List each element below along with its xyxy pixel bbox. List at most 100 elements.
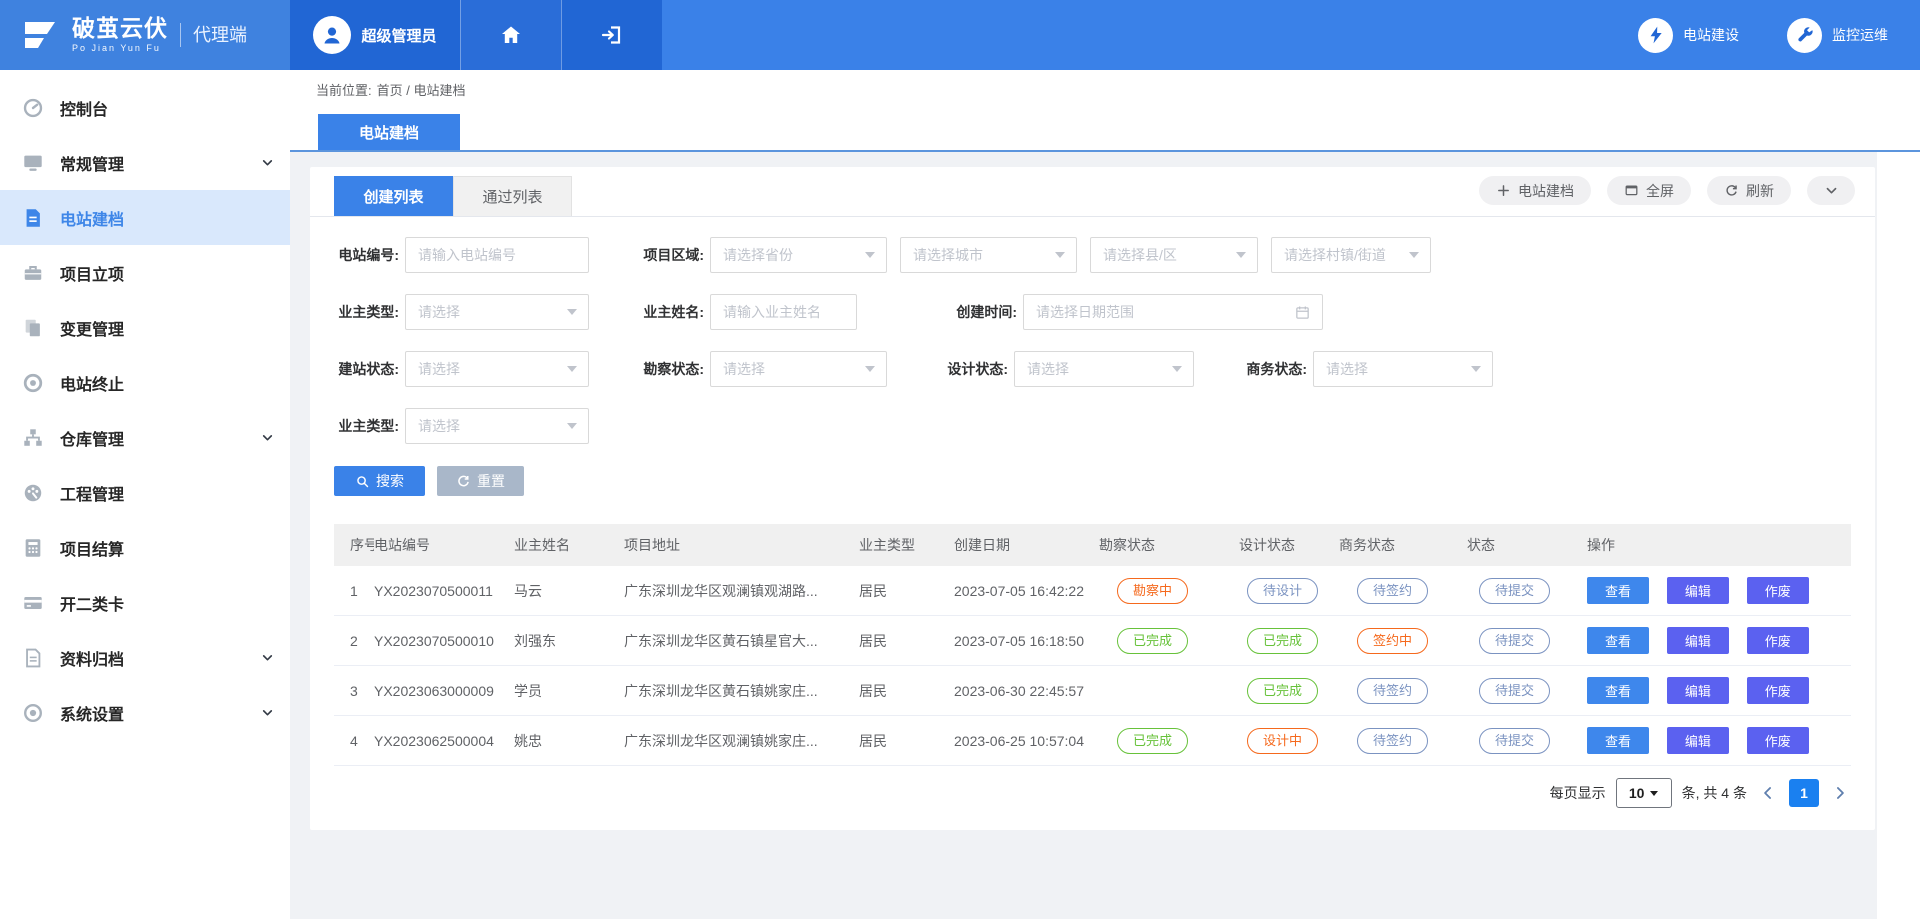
field-label: 创建时间:	[952, 302, 1017, 322]
fullscreen-button[interactable]: 全屏	[1607, 176, 1691, 205]
col-header-sn: 序号	[334, 535, 374, 555]
chevron-down-icon	[261, 431, 274, 444]
logout-button[interactable]	[561, 0, 662, 70]
panel-tab-bar: 创建列表 通过列表 电站建档 全屏 刷新	[310, 167, 1875, 217]
edit-button[interactable]: 编辑	[1667, 627, 1729, 654]
created-date-range-picker[interactable]: 请选择日期范围	[1023, 294, 1323, 330]
caret-down-icon	[1236, 252, 1246, 258]
sidebar-item-label: 常规管理	[60, 151, 124, 175]
sidebar-item-plant-termination[interactable]: 电站终止	[0, 355, 290, 410]
add-plant-filing-button[interactable]: 电站建档	[1479, 176, 1591, 205]
col-header-address: 项目地址	[624, 535, 859, 555]
fullscreen-icon	[1624, 183, 1639, 198]
edit-button[interactable]: 编辑	[1667, 727, 1729, 754]
sidebar-item-warehouse-mgmt[interactable]: 仓库管理	[0, 410, 290, 465]
survey-status-badge: 已完成	[1117, 728, 1188, 754]
cell-address: 广东深圳龙华区观澜镇姚家庄...	[624, 731, 859, 751]
wrench-icon	[1787, 18, 1822, 53]
view-button[interactable]: 查看	[1587, 677, 1649, 704]
view-button[interactable]: 查看	[1587, 577, 1649, 604]
breadcrumb-path[interactable]: 首页 / 电站建档	[377, 80, 466, 99]
tab-create-list[interactable]: 创建列表	[334, 176, 453, 216]
edit-button[interactable]: 编辑	[1667, 677, 1729, 704]
business-status-badge: 待签约	[1357, 728, 1428, 754]
search-button-label: 搜索	[376, 471, 404, 491]
filter-row-4: 业主类型: 请选择	[334, 408, 1875, 444]
sidebar-item-system-settings[interactable]: 系统设置	[0, 685, 290, 740]
content-area: 创建列表 通过列表 电站建档 全屏 刷新	[290, 152, 1920, 919]
city-select[interactable]: 请选择城市	[900, 237, 1077, 273]
view-button[interactable]: 查看	[1587, 727, 1649, 754]
filter-row-2: 业主类型: 请选择 业主姓名: 创建时间: 请选择日期范围	[334, 294, 1875, 330]
col-header-survey: 勘察状态	[1099, 535, 1239, 555]
home-button[interactable]	[460, 0, 561, 70]
per-page-select[interactable]: 10	[1616, 778, 1672, 808]
chevron-down-icon	[261, 706, 274, 719]
pagination: 每页显示 10 条, 共 4 条 1	[334, 778, 1851, 808]
sidebar-item-project-settlement[interactable]: 项目结算	[0, 520, 290, 575]
next-page-button[interactable]	[1829, 782, 1851, 804]
logo-subtitle: Po Jian Yun Fu	[72, 44, 168, 54]
home-icon	[499, 23, 523, 47]
owner-name-input[interactable]	[710, 294, 857, 330]
field-label: 项目区域:	[639, 245, 704, 265]
sidebar-item-engineering-mgmt[interactable]: 工程管理	[0, 465, 290, 520]
breadcrumb: 当前位置: 首页 / 电站建档	[290, 70, 1920, 108]
caret-down-icon	[567, 309, 577, 315]
date-placeholder: 请选择日期范围	[1036, 302, 1134, 322]
prev-page-button[interactable]	[1757, 782, 1779, 804]
build-status-select[interactable]: 请选择	[405, 351, 589, 387]
town-select[interactable]: 请选择村镇/街道	[1271, 237, 1431, 273]
void-button[interactable]: 作废	[1747, 727, 1809, 754]
sidebar-item-project-initiation[interactable]: 项目立项	[0, 245, 290, 300]
sidebar-item-type2-card[interactable]: 开二类卡	[0, 575, 290, 630]
reset-button[interactable]: 重置	[437, 466, 524, 496]
field-label: 电站编号:	[334, 245, 399, 265]
edit-button[interactable]: 编辑	[1667, 577, 1729, 604]
sidebar-item-label: 仓库管理	[60, 426, 124, 450]
field-label: 业主类型:	[334, 416, 399, 436]
caret-down-icon	[1471, 366, 1481, 372]
sidebar-item-plant-filing[interactable]: 电站建档	[0, 190, 290, 245]
view-button[interactable]: 查看	[1587, 627, 1649, 654]
nav-monitor-ops[interactable]: 监控运维	[1787, 18, 1888, 53]
breadcrumb-prefix: 当前位置:	[316, 80, 372, 99]
sidebar-item-change-mgmt[interactable]: 变更管理	[0, 300, 290, 355]
chevron-left-icon	[1758, 783, 1778, 803]
void-button[interactable]: 作废	[1747, 577, 1809, 604]
logo-text: 破茧云伏 Po Jian Yun Fu	[72, 16, 168, 53]
design-status-select[interactable]: 请选择	[1014, 351, 1194, 387]
owner-type-select[interactable]: 请选择	[405, 294, 589, 330]
collapse-toolbar-button[interactable]	[1807, 176, 1855, 205]
void-button[interactable]: 作废	[1747, 627, 1809, 654]
tab-passed-list[interactable]: 通过列表	[453, 176, 572, 216]
cell-code: YX2023070500011	[374, 583, 514, 599]
portal-label: 代理端	[180, 23, 247, 47]
business-status-select[interactable]: 请选择	[1313, 351, 1493, 387]
province-select[interactable]: 请选择省份	[710, 237, 887, 273]
fullscreen-button-label: 全屏	[1646, 181, 1674, 201]
search-button[interactable]: 搜索	[334, 466, 425, 496]
page-number-button[interactable]: 1	[1789, 779, 1819, 807]
user-menu[interactable]: 超级管理员	[290, 0, 460, 70]
plant-code-input[interactable]	[405, 237, 589, 273]
sidebar-item-data-archive[interactable]: 资料归档	[0, 630, 290, 685]
select-placeholder: 请选择	[418, 416, 460, 436]
owner-type-select-2[interactable]: 请选择	[405, 408, 589, 444]
survey-status-select[interactable]: 请选择	[710, 351, 887, 387]
sidebar-item-console[interactable]: 控制台	[0, 80, 290, 135]
logout-icon	[600, 23, 624, 47]
business-status-badge: 待签约	[1357, 578, 1428, 604]
settings-icon	[22, 702, 44, 724]
caret-down-icon	[1409, 252, 1419, 258]
reset-button-label: 重置	[477, 471, 505, 491]
refresh-button[interactable]: 刷新	[1707, 176, 1791, 205]
nav-plant-build[interactable]: 电站建设	[1638, 18, 1739, 53]
sidebar-item-general-mgmt[interactable]: 常规管理	[0, 135, 290, 190]
select-placeholder: 请选择	[418, 359, 460, 379]
sidebar-item-label: 项目结算	[60, 536, 124, 560]
page-tab-plant-filing[interactable]: 电站建档	[318, 114, 460, 150]
county-select[interactable]: 请选择县/区	[1090, 237, 1258, 273]
void-button[interactable]: 作废	[1747, 677, 1809, 704]
col-header-business: 商务状态	[1339, 535, 1467, 555]
